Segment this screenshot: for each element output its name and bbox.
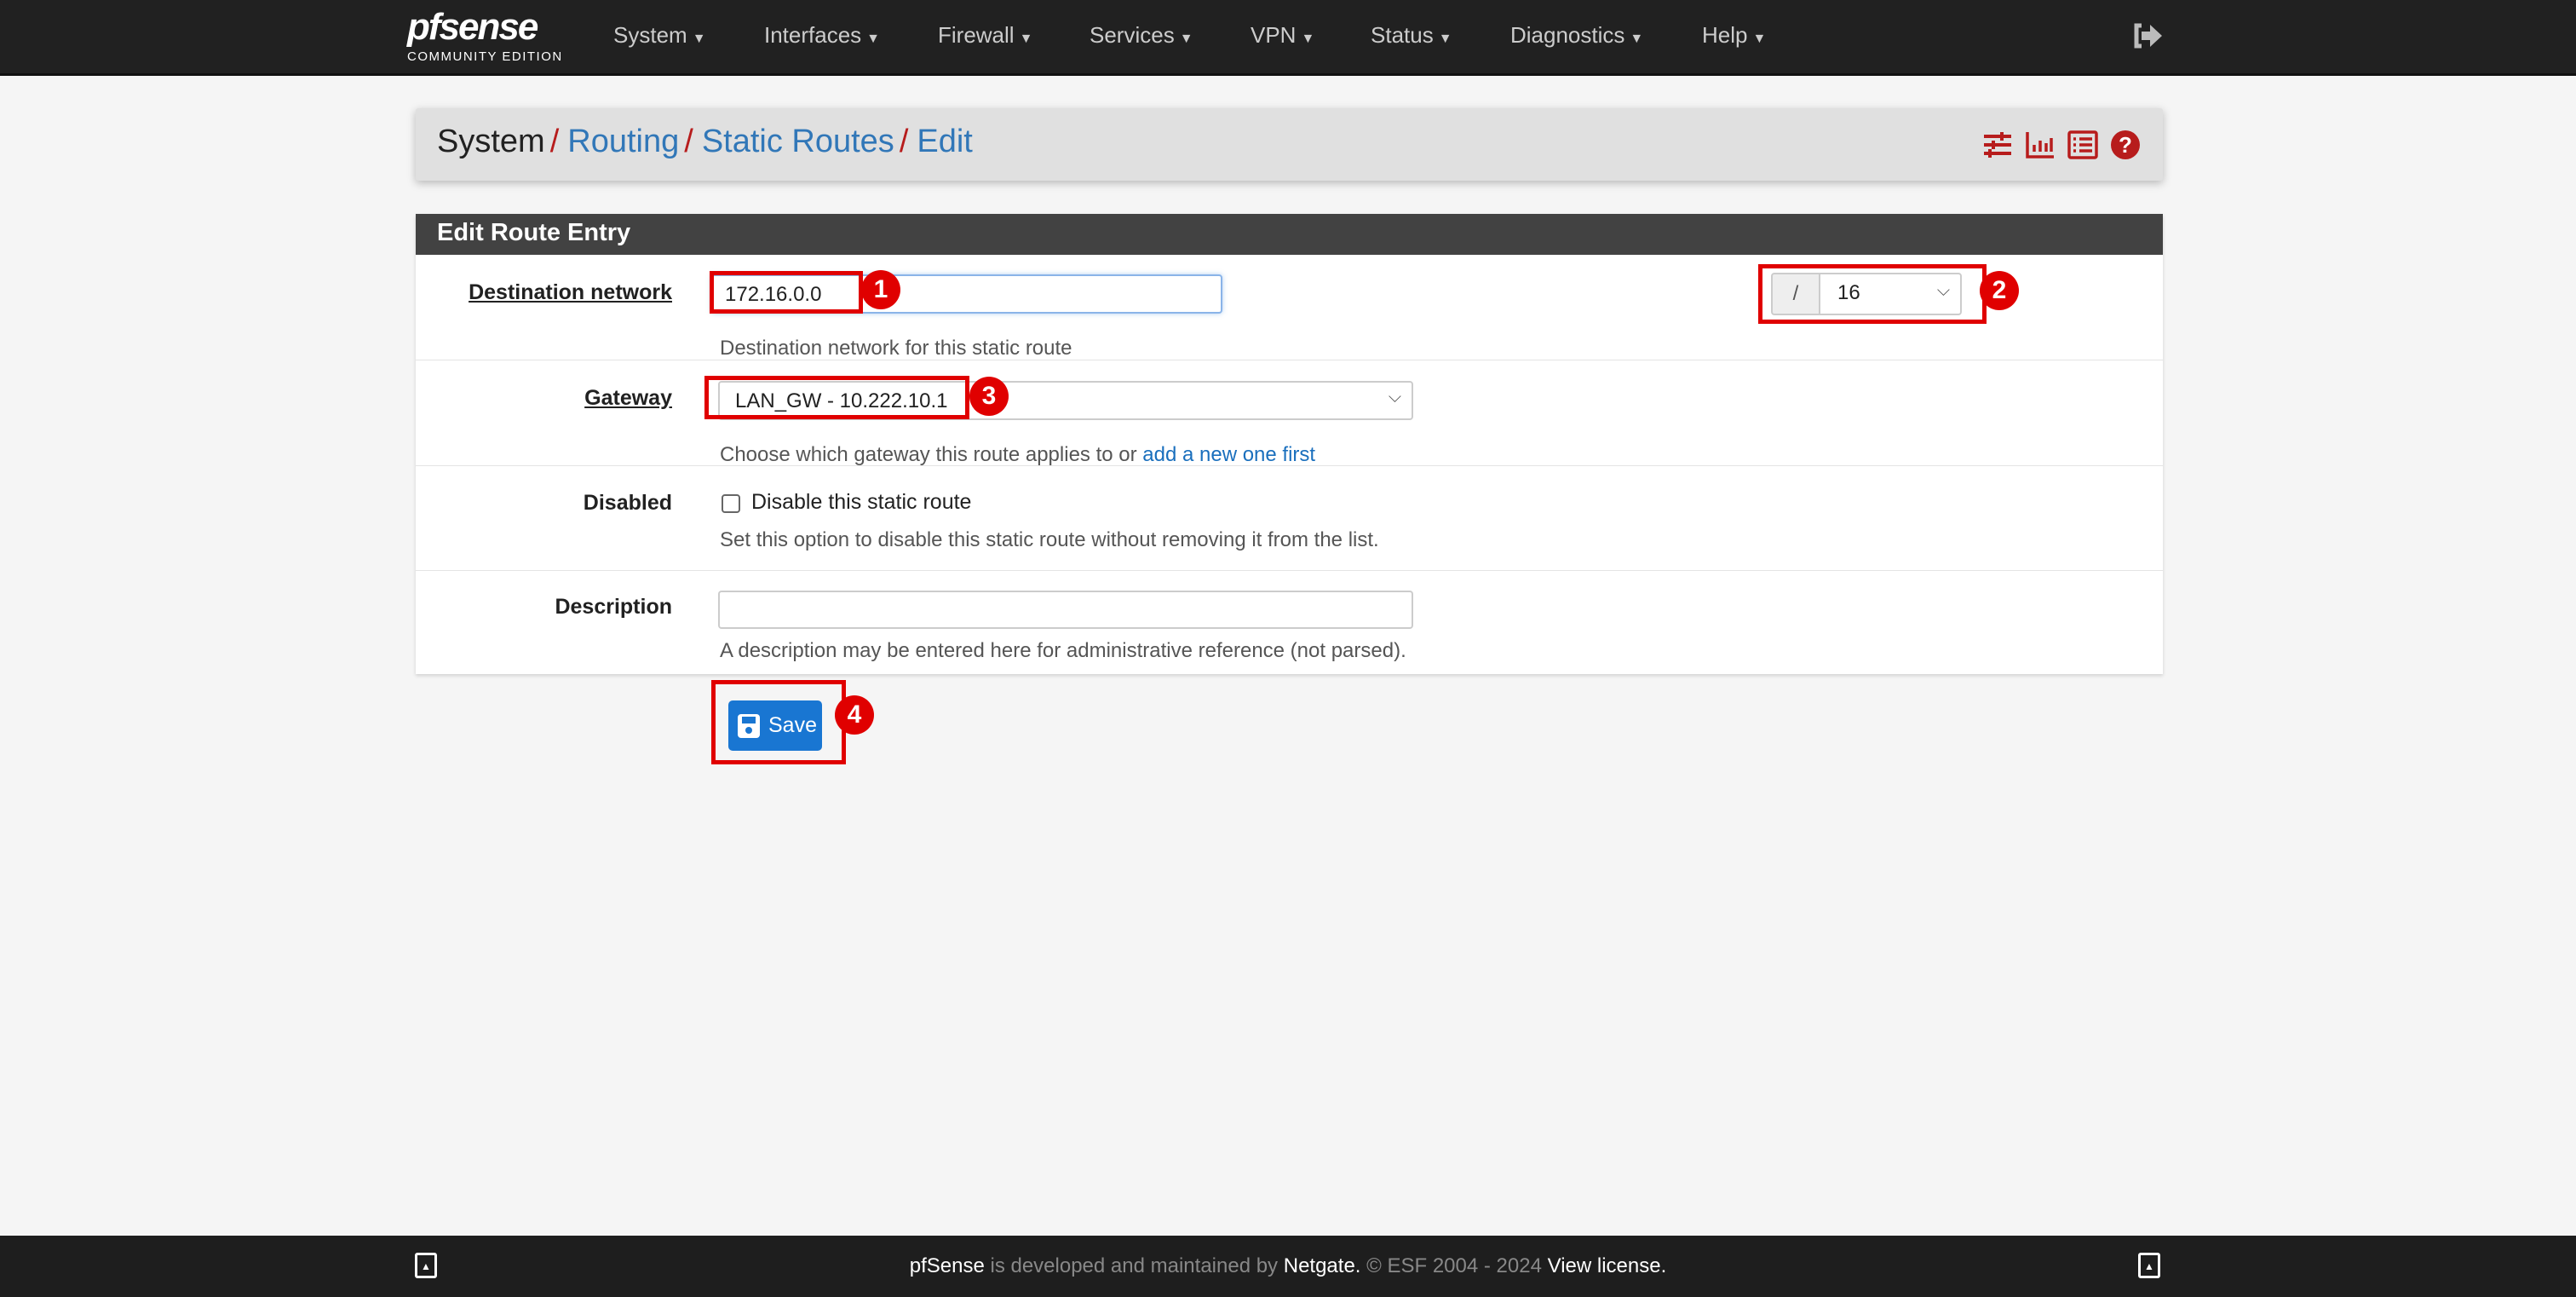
breadcrumb: System / Routing / Static Routes / Edit [437, 124, 973, 159]
row-description: Description A description may be entered… [416, 570, 2163, 674]
annotation-box-2 [1758, 264, 1987, 324]
chevron-down-icon: ⌵ [1388, 388, 1401, 406]
destination-label: Destination network [469, 280, 672, 304]
disable-route-checkbox[interactable] [722, 494, 740, 513]
breadcrumb-bar: System / Routing / Static Routes / Edit ? [416, 108, 2163, 181]
description-input[interactable] [718, 591, 1413, 629]
gateway-label: Gateway [584, 386, 672, 410]
breadcrumb-edit[interactable]: Edit [917, 124, 972, 159]
scroll-top-icon[interactable]: ▲ [2138, 1253, 2160, 1278]
row-gateway: Gateway LAN_GW - 10.222.10.1 ⌵ Choose whi… [416, 360, 2163, 466]
nav-system[interactable]: System ▼ [613, 22, 706, 49]
nav-status[interactable]: Status ▼ [1371, 22, 1452, 49]
nav-vpn[interactable]: VPN ▼ [1251, 22, 1314, 49]
annotation-marker-4: 4 [835, 695, 874, 735]
gateway-help: Choose which gateway this route applies … [720, 443, 1316, 466]
description-label: Description [555, 595, 672, 619]
nav-interfaces[interactable]: Interfaces ▼ [764, 22, 880, 49]
view-license-link[interactable]: View license. [1548, 1254, 1667, 1277]
annotation-box-1 [710, 271, 863, 314]
logout-icon[interactable] [2130, 19, 2164, 53]
destination-help: Destination network for this static rout… [720, 337, 1072, 360]
help-icon[interactable]: ? [2109, 129, 2142, 161]
annotation-marker-3: 3 [969, 377, 1009, 416]
annotation-marker-1: 1 [861, 270, 900, 309]
annotation-box-4 [711, 680, 846, 764]
disabled-help: Set this option to disable this static r… [720, 528, 1379, 551]
bar-chart-icon[interactable] [2024, 129, 2056, 161]
top-navbar: pfsense COMMUNITY EDITION System ▼ Interf… [0, 0, 2576, 76]
log-list-icon[interactable] [2067, 129, 2099, 161]
nav-help[interactable]: Help ▼ [1702, 22, 1766, 49]
breadcrumb-routing[interactable]: Routing [567, 124, 679, 159]
description-help: A description may be entered here for ad… [720, 639, 1406, 662]
breadcrumb-system: System [437, 124, 545, 159]
nav-services[interactable]: Services ▼ [1090, 22, 1193, 49]
svg-text:?: ? [2119, 132, 2132, 158]
pfsense-logo[interactable]: pfsense COMMUNITY EDITION [407, 9, 563, 65]
annotation-marker-2: 2 [1980, 271, 2019, 310]
footer: ▲ pfSense is developed and maintained by… [0, 1236, 2576, 1297]
row-disabled: Disabled Disable this static route Set t… [416, 465, 2163, 570]
nav-diagnostics[interactable]: Diagnostics ▼ [1510, 22, 1643, 49]
nav-firewall[interactable]: Firewall ▼ [938, 22, 1032, 49]
footer-text: pfSense is developed and maintained by N… [909, 1254, 1667, 1277]
breadcrumb-static-routes[interactable]: Static Routes [702, 124, 894, 159]
annotation-box-3 [704, 376, 969, 419]
netgate-link[interactable]: Netgate. [1284, 1254, 1361, 1277]
disabled-label: Disabled [583, 491, 672, 515]
add-gateway-link[interactable]: add a new one first [1142, 443, 1315, 466]
disable-route-checkbox-label[interactable]: Disable this static route [751, 490, 971, 515]
panel-title: Edit Route Entry [416, 214, 2163, 255]
settings-sliders-icon[interactable] [1981, 129, 2014, 161]
